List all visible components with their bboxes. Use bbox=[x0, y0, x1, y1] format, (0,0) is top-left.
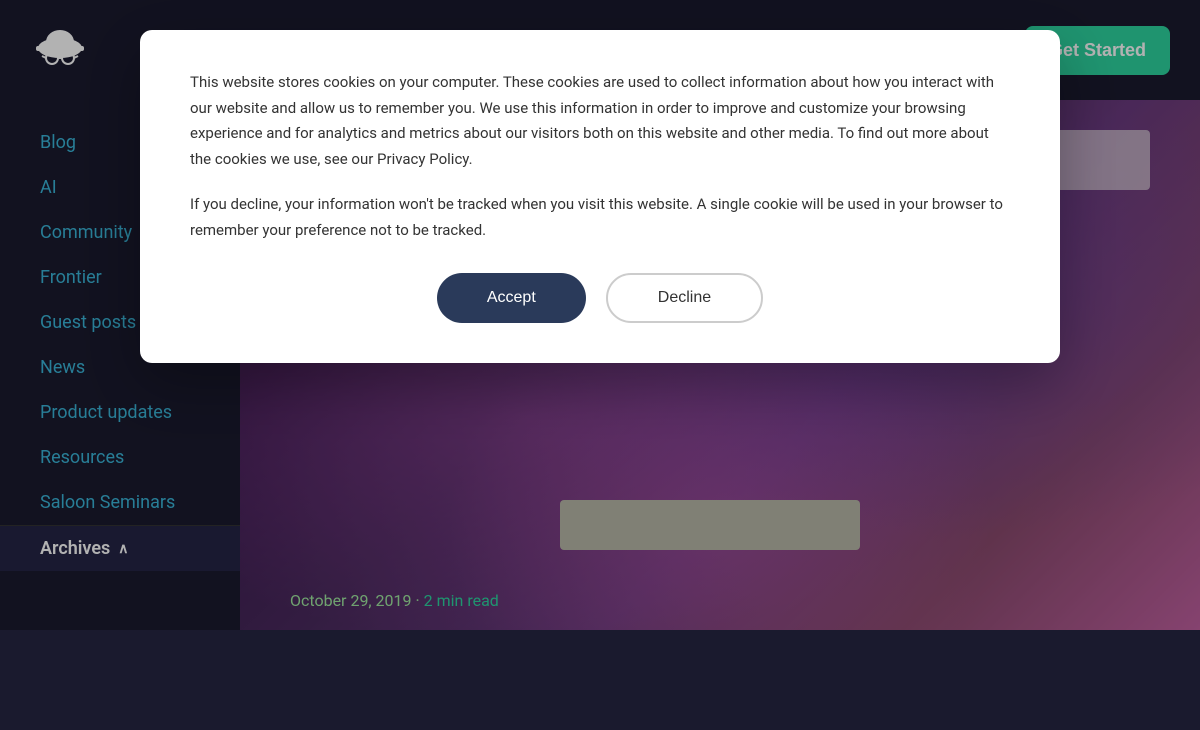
modal-overlay: This website stores cookies on your comp… bbox=[0, 0, 1200, 630]
cookie-buttons: Accept Decline bbox=[190, 273, 1010, 323]
cookie-text-2: If you decline, your information won't b… bbox=[190, 192, 1010, 243]
accept-button[interactable]: Accept bbox=[437, 273, 586, 323]
cookie-text-1: This website stores cookies on your comp… bbox=[190, 70, 1010, 172]
decline-button[interactable]: Decline bbox=[606, 273, 763, 323]
cookie-modal: This website stores cookies on your comp… bbox=[140, 30, 1060, 363]
